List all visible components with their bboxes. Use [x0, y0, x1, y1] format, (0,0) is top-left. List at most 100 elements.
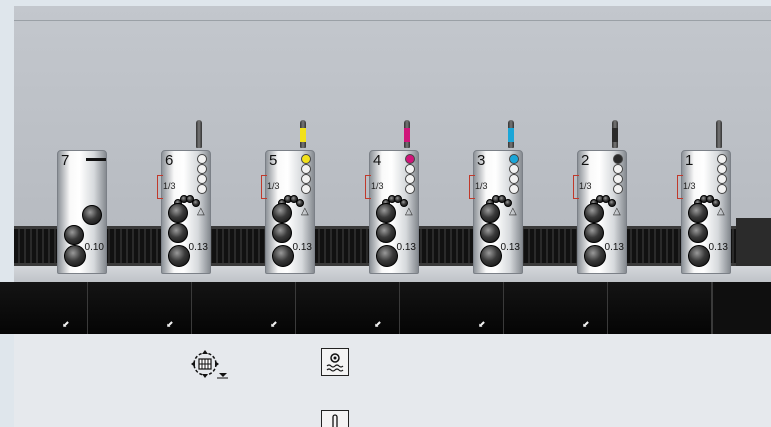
tray-arrow-icon: ⬋: [166, 319, 174, 329]
washing-program-button[interactable]: [321, 348, 349, 376]
unit-value: 0.13: [396, 242, 416, 253]
cylinder: [688, 203, 708, 223]
printing-unit-1[interactable]: 1 1/3 △ 0.13: [677, 150, 731, 274]
printing-unit-3[interactable]: 3 1/3 △ 0.13: [469, 150, 523, 274]
frame-line: [14, 20, 771, 21]
tray-arrow-icon: ⬋: [62, 319, 70, 329]
printing-unit-6[interactable]: 6 1/3 △ 0.13: [157, 150, 211, 274]
cylinder: [688, 223, 708, 243]
ink-zone-dot: [197, 184, 207, 194]
delivery-tray[interactable]: ⬋: [192, 282, 297, 334]
ink-zone-dot: [405, 184, 415, 194]
ink-cartridge-magenta: [404, 120, 410, 148]
unit-ratio: 1/3: [371, 181, 384, 191]
ink-cartridge-yellow: [300, 120, 306, 148]
dampening-roller: [296, 199, 304, 207]
ink-zone-dot: [197, 154, 207, 164]
ink-zone-dot: [405, 174, 415, 184]
thermometer-icon: [332, 414, 338, 427]
temperature-button[interactable]: [321, 410, 349, 427]
printing-unit-7[interactable]: 7 ▬▬ 0.10: [57, 150, 107, 274]
ink-zone-dot: [613, 164, 623, 174]
tray-arrow-icon: ⬋: [582, 319, 590, 329]
press-overview: 7 ▬▬ 0.10 6 1/3 △ 0.13 5 1/3 △ 0.13 4 1/3 △ 0.13 3 1/3 △ 0…: [0, 0, 771, 427]
warning-triangle-icon: △: [405, 206, 413, 217]
cylinder: [64, 225, 84, 245]
unit-number: 3: [477, 152, 486, 169]
left-border: [0, 0, 14, 427]
cylinder: [168, 245, 190, 267]
ink-cartridge-grey: [716, 120, 722, 148]
delivery-tray[interactable]: ⬋: [504, 282, 609, 334]
ink-zone-dot: [613, 154, 623, 164]
cylinder: [584, 203, 604, 223]
ink-cartridge-grey: [196, 120, 202, 148]
ink-zone-dot: [301, 154, 311, 164]
ink-zone-dot: [197, 174, 207, 184]
ink-zone-dot: [509, 184, 519, 194]
unit-ratio: 1/3: [683, 181, 696, 191]
delivery-tray[interactable]: [608, 282, 713, 334]
ink-zone-dot: [717, 184, 727, 194]
cylinder-positioning-button[interactable]: [189, 348, 229, 380]
ink-zone-dot: [197, 164, 207, 174]
ink-color-band: [300, 128, 306, 142]
ink-zone-dot: [301, 164, 311, 174]
cylinder: [376, 203, 396, 223]
cylinder: [82, 205, 102, 225]
tray-row: ⬋ ⬋ ⬋ ⬋ ⬋ ⬋: [0, 282, 771, 334]
warning-triangle-icon: △: [197, 206, 205, 217]
cylinder: [64, 245, 86, 267]
printing-unit-2[interactable]: 2 1/3 △ 0.13: [573, 150, 627, 274]
dampening-roller: [504, 199, 512, 207]
unit-number: 6: [165, 152, 174, 169]
dampening-roller: [192, 199, 200, 207]
unit-number: 5: [269, 152, 278, 169]
cylinder: [272, 223, 292, 243]
cylinder: [272, 245, 294, 267]
ink-zone-dot: [509, 164, 519, 174]
warning-triangle-icon: △: [509, 206, 517, 217]
unit-number: 4: [373, 152, 382, 169]
ink-zone-dot: [405, 164, 415, 174]
unit-ratio: 1/3: [163, 181, 176, 191]
ink-zone-dot: [717, 164, 727, 174]
cylinder: [376, 245, 398, 267]
rotation-target-icon: [191, 350, 228, 379]
cylinder: [376, 223, 396, 243]
ink-zone-dot: [613, 174, 623, 184]
ink-zone-dot: [717, 174, 727, 184]
warning-triangle-icon: △: [301, 206, 309, 217]
ink-zone-dot: [509, 154, 519, 164]
tray-arrow-icon: ⬋: [374, 319, 382, 329]
cylinder: [480, 203, 500, 223]
unit-number: 2: [581, 152, 590, 169]
delivery-tray[interactable]: ⬋: [88, 282, 193, 334]
tray-arrow-icon: ⬋: [478, 319, 486, 329]
delivery-tray[interactable]: ⬋: [296, 282, 401, 334]
ink-color-band: [612, 128, 618, 142]
ink-zone-dot: [717, 154, 727, 164]
printing-unit-4[interactable]: 4 1/3 △ 0.13: [365, 150, 419, 274]
delivery-tray[interactable]: ⬋: [400, 282, 505, 334]
ink-zone-dot: [405, 154, 415, 164]
unit-number: 7: [61, 152, 70, 169]
delivery-end: [736, 218, 771, 270]
unit-ratio: 1/3: [267, 181, 280, 191]
unit-value: 0.13: [708, 242, 728, 253]
ink-cartridge-cyan: [508, 120, 514, 148]
dampening-roller: [712, 199, 720, 207]
delivery-tray[interactable]: ⬋: [0, 282, 89, 334]
ink-color-band: [404, 128, 410, 142]
printing-unit-5[interactable]: 5 1/3 △ 0.13: [261, 150, 315, 274]
unit-ratio: 1/3: [579, 181, 592, 191]
cylinder: [480, 223, 500, 243]
cylinder: [272, 203, 292, 223]
control-panel: [14, 334, 771, 427]
unit-value: 0.13: [292, 242, 312, 253]
unit-value: 0.10: [84, 242, 104, 253]
unit-number: 1: [685, 152, 694, 169]
ink-zone-dot: [509, 174, 519, 184]
unit-value: 0.13: [500, 242, 520, 253]
ink-zone-dot: [613, 184, 623, 194]
